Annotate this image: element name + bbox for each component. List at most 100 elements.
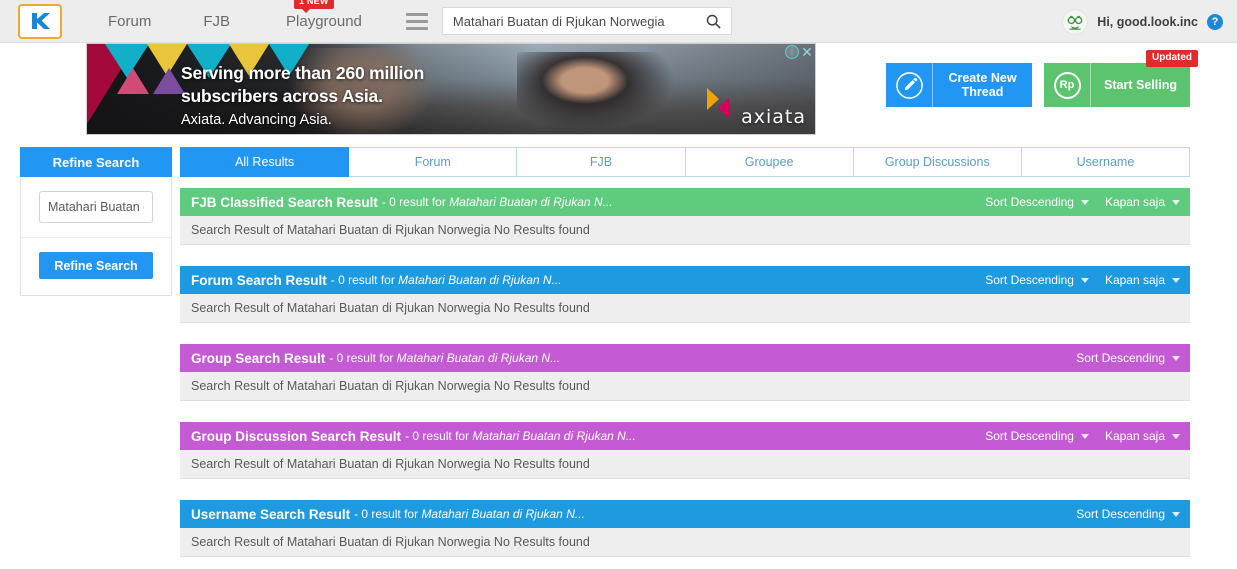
help-icon[interactable]: ? xyxy=(1207,13,1223,30)
create-new-thread-label: Create New Thread xyxy=(948,71,1017,99)
sort-descending-control[interactable]: Sort Descending xyxy=(985,273,1089,287)
ad-decor-triangle xyxy=(117,68,149,94)
action-buttons: Create New Thread Rp Start Selling Updat… xyxy=(886,50,1198,107)
result-block-fjb-classified: FJB Classified Search Result - 0 result … xyxy=(180,188,1190,255)
refine-search-header-label: Refine Search xyxy=(52,154,140,170)
nav-forum[interactable]: Forum xyxy=(106,9,153,34)
hamburger-bar xyxy=(405,12,428,16)
ad-headline-2: subscribers across Asia. xyxy=(181,86,383,106)
tab-label: Username xyxy=(1076,155,1135,169)
rupiah-glyph: Rp xyxy=(1053,71,1081,99)
search-icon xyxy=(707,14,721,29)
result-query: Matahari Buatan di Rjukan N... xyxy=(449,195,613,209)
result-meta: - 0 result for Matahari Buatan di Rjukan… xyxy=(329,351,561,365)
tab-forum[interactable]: Forum xyxy=(349,147,518,177)
result-query: Matahari Buatan di Rjukan N... xyxy=(396,351,561,365)
ad-info-icon[interactable]: i xyxy=(785,45,799,59)
tab-label: Group Discussions xyxy=(884,155,990,169)
new-badge: 1 NEW xyxy=(294,0,334,13)
result-query: Matahari Buatan di Rjukan N... xyxy=(398,273,562,287)
time-filter-control[interactable]: Kapan saja xyxy=(1105,273,1180,287)
time-filter-control[interactable]: Kapan saja xyxy=(1105,429,1180,443)
time-filter-control[interactable]: Kapan saja xyxy=(1105,195,1180,209)
result-meta: - 0 result for Matahari Buatan di Rjukan… xyxy=(330,273,562,287)
start-selling-label: Start Selling xyxy=(1104,78,1177,92)
tab-label: Forum xyxy=(414,155,451,169)
result-spacer xyxy=(180,557,1190,567)
results-tabs: All Results Forum FJB Groupee Group Disc… xyxy=(180,147,1191,177)
result-title: Username Search Result xyxy=(191,506,351,522)
result-empty-message: Search Result of Matahari Buatan di Rjuk… xyxy=(180,294,1190,323)
ad-info-glyph: i xyxy=(790,46,794,58)
sort-descending-control[interactable]: Sort Descending xyxy=(985,429,1089,443)
avatar[interactable] xyxy=(1062,8,1089,35)
ad-controls: i ✕ xyxy=(785,45,814,59)
nav-playground[interactable]: Playground 1 NEW xyxy=(284,0,364,34)
nav-fjb-label: FJB xyxy=(203,12,231,30)
chevron-down-icon xyxy=(1172,511,1180,517)
result-spacer xyxy=(180,245,1190,255)
search-button[interactable] xyxy=(697,8,731,34)
tab-label: Groupee xyxy=(744,155,794,169)
chevron-down-icon xyxy=(1080,433,1089,439)
ad-copy: Serving more than 260 million subscriber… xyxy=(181,62,424,131)
result-meta: - 0 result for Matahari Buatan di Rjukan… xyxy=(354,507,585,521)
sort-descending-label: Sort Descending xyxy=(1076,507,1165,521)
sort-descending-label: Sort Descending xyxy=(1076,351,1165,365)
sort-descending-label: Sort Descending xyxy=(985,195,1074,209)
divider xyxy=(21,237,171,238)
result-header: FJB Classified Search Result - 0 result … xyxy=(180,188,1190,216)
ad-brand-name: axiata xyxy=(741,106,806,128)
nav-playground-label: Playground xyxy=(286,12,362,30)
tab-label: All Results xyxy=(235,155,295,169)
ad-close-icon[interactable]: ✕ xyxy=(800,45,814,59)
chevron-down-icon xyxy=(1080,277,1089,283)
result-header: Forum Search Result - 0 result for Matah… xyxy=(180,266,1190,294)
username-label: Hi, good.look.inc xyxy=(1097,14,1198,29)
nav-forum-label: Forum xyxy=(108,12,152,30)
chevron-down-icon xyxy=(1172,199,1180,205)
hamburger-menu-icon[interactable] xyxy=(405,12,428,30)
result-title: Group Discussion Search Result xyxy=(191,428,402,444)
kaskus-k-icon xyxy=(32,13,50,29)
time-filter-label: Kapan saja xyxy=(1104,429,1165,443)
sort-descending-control[interactable]: Sort Descending xyxy=(1076,351,1180,365)
time-filter-label: Kapan saja xyxy=(1104,273,1165,287)
ad-headline-1: Serving more than 260 million xyxy=(181,63,425,83)
search-box[interactable] xyxy=(441,7,732,35)
sort-descending-control[interactable]: Sort Descending xyxy=(1076,507,1180,521)
kaskus-logo[interactable] xyxy=(18,3,62,39)
avatar-icon xyxy=(1063,10,1087,33)
sort-descending-control[interactable]: Sort Descending xyxy=(985,195,1089,209)
tab-label: FJB xyxy=(589,155,613,169)
result-header: Group Search Result - 0 result for Matah… xyxy=(180,344,1190,372)
start-selling-button[interactable]: Rp Start Selling Updated xyxy=(1044,50,1198,107)
refine-search-header[interactable]: Refine Search xyxy=(20,147,172,177)
refine-search-input[interactable] xyxy=(39,191,153,223)
result-query: Matahari Buatan di Rjukan N... xyxy=(421,507,585,521)
search-input[interactable] xyxy=(442,13,697,29)
ad-figure-right xyxy=(517,52,687,134)
chevron-down-icon xyxy=(1172,433,1180,439)
tab-fjb[interactable]: FJB xyxy=(517,147,686,177)
refine-search-button[interactable]: Refine Search xyxy=(39,252,153,279)
chevron-down-icon xyxy=(1172,355,1180,361)
ad-banner[interactable]: Serving more than 260 million subscriber… xyxy=(86,43,816,135)
tab-group-discussions[interactable]: Group Discussions xyxy=(853,147,1022,177)
result-header: Username Search Result - 0 result for Ma… xyxy=(180,500,1190,528)
result-empty-message: Search Result of Matahari Buatan di Rjuk… xyxy=(180,528,1190,557)
result-title: FJB Classified Search Result xyxy=(191,194,378,210)
result-empty-message: Search Result of Matahari Buatan di Rjuk… xyxy=(180,450,1190,479)
result-spacer xyxy=(180,479,1190,489)
tab-username[interactable]: Username xyxy=(1021,147,1191,177)
result-block-username: Username Search Result - 0 result for Ma… xyxy=(180,500,1190,567)
tab-all-results[interactable]: All Results xyxy=(180,147,350,177)
hamburger-bar xyxy=(405,26,428,30)
nav-fjb[interactable]: FJB xyxy=(201,9,232,34)
user-area[interactable]: Hi, good.look.inc ? xyxy=(1062,0,1223,43)
result-title: Forum Search Result xyxy=(191,272,327,288)
create-new-thread-button[interactable]: Create New Thread xyxy=(886,63,1032,107)
time-filter-label: Kapan saja xyxy=(1104,195,1165,209)
tab-groupee[interactable]: Groupee xyxy=(685,147,854,177)
help-glyph: ? xyxy=(1211,15,1219,28)
